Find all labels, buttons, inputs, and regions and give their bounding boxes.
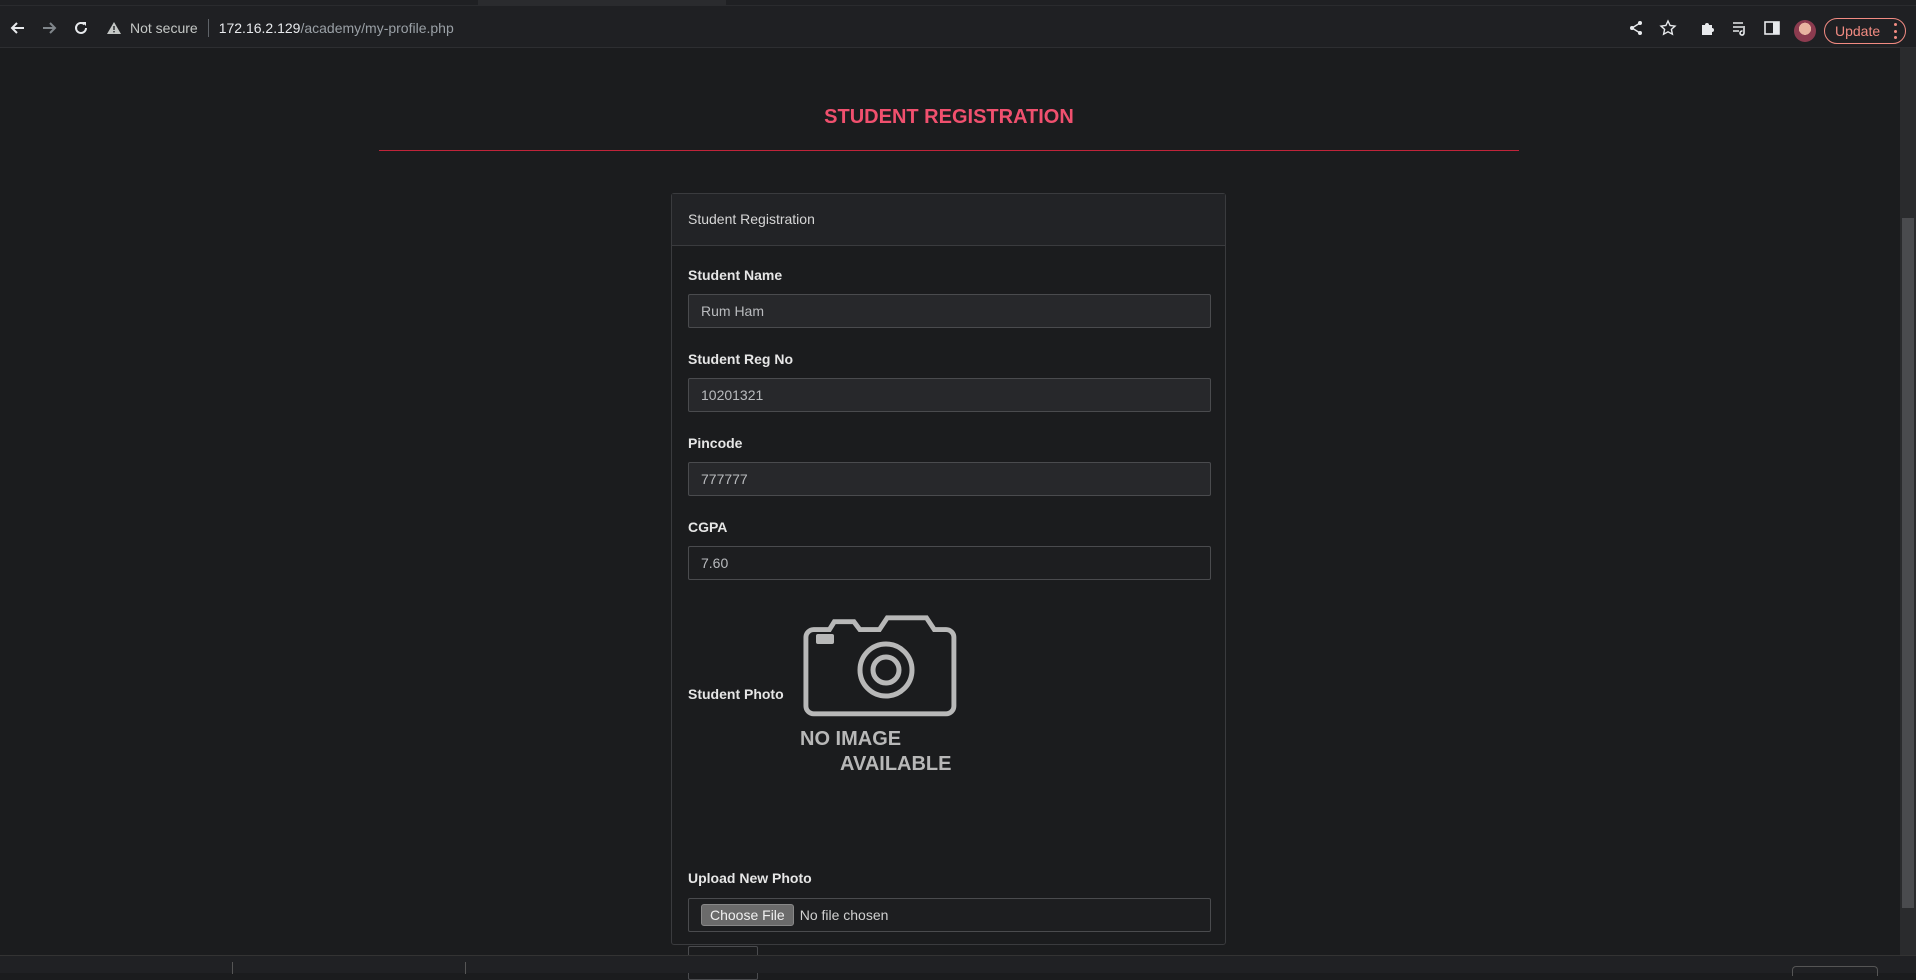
reg-no-input[interactable] — [688, 378, 1211, 412]
registration-card: Student Registration Student Name Studen… — [671, 193, 1226, 980]
no-file-text: No file chosen — [799, 907, 889, 923]
back-button[interactable] — [8, 18, 28, 38]
browser-tab[interactable] — [726, 0, 1916, 5]
reading-list-button[interactable] — [1730, 18, 1750, 38]
reload-icon — [75, 21, 87, 34]
url-host: 172.16.2.129 — [218, 20, 301, 36]
card-header: Student Registration — [672, 194, 1225, 246]
no-image-placeholder: NO IMAGE AVAILABLE — [800, 606, 962, 775]
student-name-input[interactable] — [688, 294, 1211, 328]
side-panel-icon — [1764, 21, 1780, 35]
reload-button[interactable] — [71, 18, 91, 38]
security-label[interactable]: Not secure — [130, 20, 198, 36]
share-icon — [1630, 21, 1642, 35]
share-button[interactable] — [1626, 18, 1646, 38]
browser-toolbar: Not secure 172.16.2.129/academy/my-profi… — [0, 6, 1916, 48]
back-arrow-icon — [10, 22, 24, 34]
omnibox-divider — [207, 19, 209, 37]
page-title: STUDENT REGISTRATION — [824, 106, 1074, 128]
bookmark-button[interactable] — [1658, 18, 1678, 38]
reading-list-icon — [1733, 22, 1745, 36]
browser-tab[interactable] — [0, 0, 478, 5]
url-path: /academy/my-profile.php — [300, 20, 454, 36]
forward-arrow-icon — [43, 22, 57, 34]
profile-avatar[interactable] — [1794, 20, 1816, 42]
cgpa-input[interactable] — [688, 546, 1211, 580]
choose-file-button[interactable]: Choose File — [701, 904, 794, 926]
more-options-icon — [1893, 23, 1897, 39]
scrollbar-thumb[interactable] — [1902, 218, 1914, 908]
extensions-button[interactable] — [1698, 18, 1718, 38]
star-icon — [1659, 19, 1677, 36]
browser-update-label: Update — [1835, 23, 1881, 39]
address-bar[interactable]: Not secure 172.16.2.129/academy/my-profi… — [106, 16, 454, 40]
no-image-text-line2: AVAILABLE — [840, 753, 952, 775]
cgpa-label: CGPA — [688, 519, 728, 535]
side-panel-button[interactable] — [1762, 18, 1782, 38]
pincode-input[interactable] — [688, 462, 1211, 496]
no-image-text-line1: NO IMAGE — [800, 728, 902, 750]
title-divider — [379, 150, 1519, 151]
bottom-bar — [0, 955, 1916, 976]
camera-icon — [803, 615, 957, 717]
student-photo-label: Student Photo — [688, 686, 784, 702]
page-scrollbar[interactable] — [1900, 48, 1916, 960]
student-name-label: Student Name — [688, 267, 783, 283]
pincode-label: Pincode — [688, 435, 743, 451]
reg-no-label: Student Reg No — [688, 351, 793, 367]
upload-photo-label: Upload New Photo — [688, 870, 812, 886]
file-upload-input[interactable]: Choose File No file chosen — [688, 898, 1211, 932]
browser-update-button[interactable]: Update — [1824, 18, 1906, 44]
bottom-divider — [232, 962, 233, 974]
puzzle-icon — [1702, 23, 1714, 35]
forward-button[interactable] — [39, 18, 59, 38]
bottom-divider — [465, 962, 466, 974]
bottom-chip[interactable] — [1792, 966, 1878, 976]
warning-icon — [107, 22, 121, 34]
